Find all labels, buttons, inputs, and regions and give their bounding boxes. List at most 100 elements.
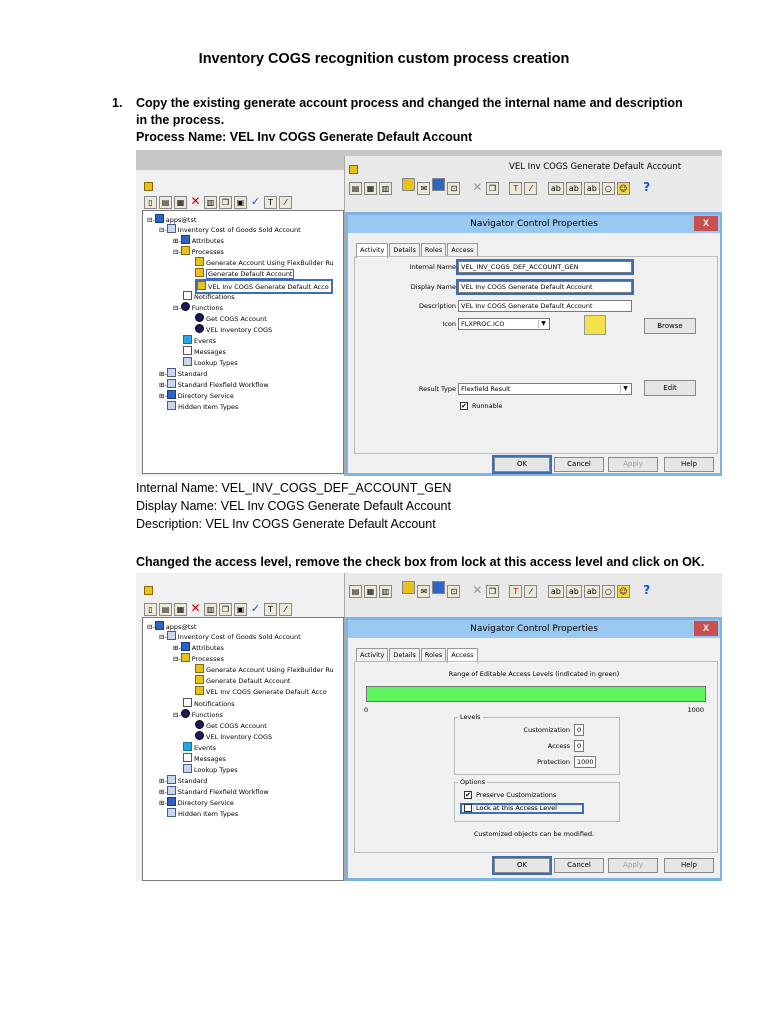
tree-functions[interactable]: ⊟- Functions bbox=[173, 302, 223, 313]
delete-icon[interactable]: ✕ bbox=[471, 181, 484, 195]
internal-name-input[interactable]: VEL_INV_COGS_DEF_ACCOUNT_GEN bbox=[456, 259, 634, 275]
text-format-icon[interactable]: ab bbox=[547, 182, 564, 195]
text-icon[interactable]: T bbox=[264, 196, 277, 209]
tree-item-type[interactable]: ⊟- Inventory Cost of Goods Sold Account bbox=[159, 224, 301, 235]
delete-icon[interactable]: ✕ bbox=[189, 195, 202, 209]
tree-events[interactable]: Events bbox=[183, 742, 216, 753]
wand-icon[interactable]: ⁄ bbox=[279, 603, 292, 616]
ok-button[interactable]: OK bbox=[492, 455, 552, 474]
paste-icon[interactable]: ▣ bbox=[234, 603, 247, 616]
tab-activity[interactable]: Activity bbox=[356, 648, 389, 661]
print-icon[interactable]: ▥ bbox=[204, 603, 217, 616]
balloon-icon[interactable]: ○ bbox=[601, 182, 615, 195]
spell-icon[interactable]: ab bbox=[583, 182, 600, 195]
open-icon[interactable]: ▤ bbox=[159, 196, 172, 209]
copy-icon[interactable]: ❐ bbox=[219, 196, 232, 209]
icon-select[interactable]: FLXPROC.ICO ▼ bbox=[458, 318, 550, 330]
dialog-close-button[interactable]: X bbox=[694, 216, 718, 231]
tree-process-1[interactable]: Generate Account Using FlexBuilder Ru bbox=[195, 664, 334, 675]
tree-process-3[interactable]: VEL Inv COGS Generate Default Acco bbox=[195, 686, 327, 697]
tree-functions[interactable]: ⊟- Functions bbox=[173, 709, 223, 720]
tree-processes[interactable]: ⊟- Processes bbox=[173, 653, 224, 664]
tree-lookup-types[interactable]: Lookup Types bbox=[183, 764, 238, 775]
dialog-close-button[interactable]: X bbox=[694, 621, 718, 636]
help-button[interactable]: Help bbox=[664, 858, 714, 873]
delete-icon[interactable]: ✕ bbox=[189, 602, 202, 616]
tab-access[interactable]: Access bbox=[447, 243, 478, 256]
tree-notifications[interactable]: Notifications bbox=[183, 698, 235, 709]
tree-process-2[interactable]: Generate Default Account bbox=[195, 675, 290, 686]
tree-function-1[interactable]: Get COGS Account bbox=[195, 313, 267, 324]
verify-icon[interactable]: ✓ bbox=[249, 196, 262, 209]
text-icon[interactable]: T bbox=[264, 603, 277, 616]
print-icon[interactable]: ▥ bbox=[204, 196, 217, 209]
help-button[interactable]: Help bbox=[664, 457, 714, 472]
description-input[interactable]: VEL Inv COGS Generate Default Account bbox=[458, 300, 632, 312]
help-icon[interactable]: ? bbox=[640, 181, 653, 195]
notification-icon[interactable]: ✉ bbox=[417, 585, 431, 598]
up-icon[interactable]: T bbox=[509, 585, 523, 598]
print-icon[interactable]: ▥ bbox=[379, 182, 392, 195]
tree-attributes[interactable]: ⊞- Attributes bbox=[173, 235, 224, 246]
print-icon[interactable]: ▥ bbox=[379, 585, 392, 598]
cancel-button[interactable]: Cancel bbox=[554, 858, 604, 873]
tree-function-2[interactable]: VEL Inventory COGS bbox=[195, 324, 272, 335]
process-icon[interactable] bbox=[402, 581, 416, 594]
tab-roles[interactable]: Roles bbox=[420, 243, 447, 256]
tree-function-2[interactable]: VEL Inventory COGS bbox=[195, 731, 272, 742]
function-icon[interactable] bbox=[432, 581, 446, 594]
save-icon[interactable]: ▦ bbox=[364, 585, 377, 598]
tree-attributes[interactable]: ⊞- Attributes bbox=[173, 642, 224, 653]
new-icon[interactable]: ▯ bbox=[144, 196, 157, 209]
spell-icon[interactable]: ab bbox=[583, 585, 600, 598]
tree-processes[interactable]: ⊟- Processes bbox=[173, 246, 224, 257]
tree-directory[interactable]: ⊞- Directory Service bbox=[159, 390, 234, 401]
browse-button[interactable]: Browse bbox=[644, 318, 696, 334]
tree-flexfield[interactable]: ⊞- Standard Flexfield Workflow bbox=[159, 379, 269, 390]
tree-function-1[interactable]: Get COGS Account bbox=[195, 720, 267, 731]
tree-standard[interactable]: ⊞- Standard bbox=[159, 368, 207, 379]
open-icon[interactable]: ▤ bbox=[159, 603, 172, 616]
runnable-checkbox[interactable]: ✔ bbox=[460, 402, 468, 410]
tab-details[interactable]: Details bbox=[389, 243, 420, 256]
display-name-input[interactable]: VEL Inv COGS Generate Default Account bbox=[456, 279, 634, 295]
protection-input[interactable]: 1000 bbox=[574, 756, 596, 768]
copy-icon[interactable]: ❐ bbox=[485, 585, 499, 598]
save-icon[interactable]: ▦ bbox=[174, 196, 187, 209]
customization-input[interactable]: 0 bbox=[574, 724, 584, 736]
wand-icon[interactable]: ⁄ bbox=[279, 196, 292, 209]
event-icon[interactable]: ⊡ bbox=[447, 182, 461, 195]
tree-process-2[interactable]: Generate Default Account bbox=[195, 268, 295, 279]
tab-roles[interactable]: Roles bbox=[420, 648, 447, 661]
wand-icon[interactable]: ⁄ bbox=[524, 585, 538, 598]
help-icon[interactable]: ? bbox=[640, 584, 653, 598]
balloon-icon[interactable]: ○ bbox=[601, 585, 615, 598]
event-icon[interactable]: ⊡ bbox=[447, 585, 461, 598]
access-input[interactable]: 0 bbox=[574, 740, 584, 752]
tree-hidden[interactable]: Hidden Item Types bbox=[167, 401, 238, 412]
up-icon[interactable]: T bbox=[509, 182, 523, 195]
tree-process-1[interactable]: Generate Account Using FlexBuilder Ru bbox=[195, 257, 334, 268]
preserve-customizations-checkbox[interactable]: ✔ bbox=[464, 791, 472, 799]
tree-flexfield[interactable]: ⊞- Standard Flexfield Workflow bbox=[159, 786, 269, 797]
open-icon[interactable]: ▤ bbox=[349, 182, 362, 195]
lock-access-level-checkbox[interactable] bbox=[464, 804, 472, 812]
tree-hidden[interactable]: Hidden Item Types bbox=[167, 808, 238, 819]
wand-icon[interactable]: ⁄ bbox=[524, 182, 538, 195]
copy-icon[interactable]: ❐ bbox=[219, 603, 232, 616]
tree-messages[interactable]: Messages bbox=[183, 346, 226, 357]
notification-icon[interactable]: ✉ bbox=[417, 182, 431, 195]
abc-icon[interactable]: ab bbox=[565, 585, 582, 598]
tree-events[interactable]: Events bbox=[183, 335, 216, 346]
ok-button[interactable]: OK bbox=[492, 856, 552, 875]
open-icon[interactable]: ▤ bbox=[349, 585, 362, 598]
apply-button[interactable]: Apply bbox=[608, 858, 658, 873]
process-icon[interactable] bbox=[402, 178, 416, 191]
cancel-button[interactable]: Cancel bbox=[554, 457, 604, 472]
apply-button[interactable]: Apply bbox=[608, 457, 658, 472]
verify-icon[interactable]: ✓ bbox=[249, 603, 262, 616]
new-icon[interactable]: ▯ bbox=[144, 603, 157, 616]
paste-icon[interactable]: ▣ bbox=[234, 196, 247, 209]
save-icon[interactable]: ▦ bbox=[174, 603, 187, 616]
smiley-icon[interactable]: ☺ bbox=[616, 585, 630, 598]
